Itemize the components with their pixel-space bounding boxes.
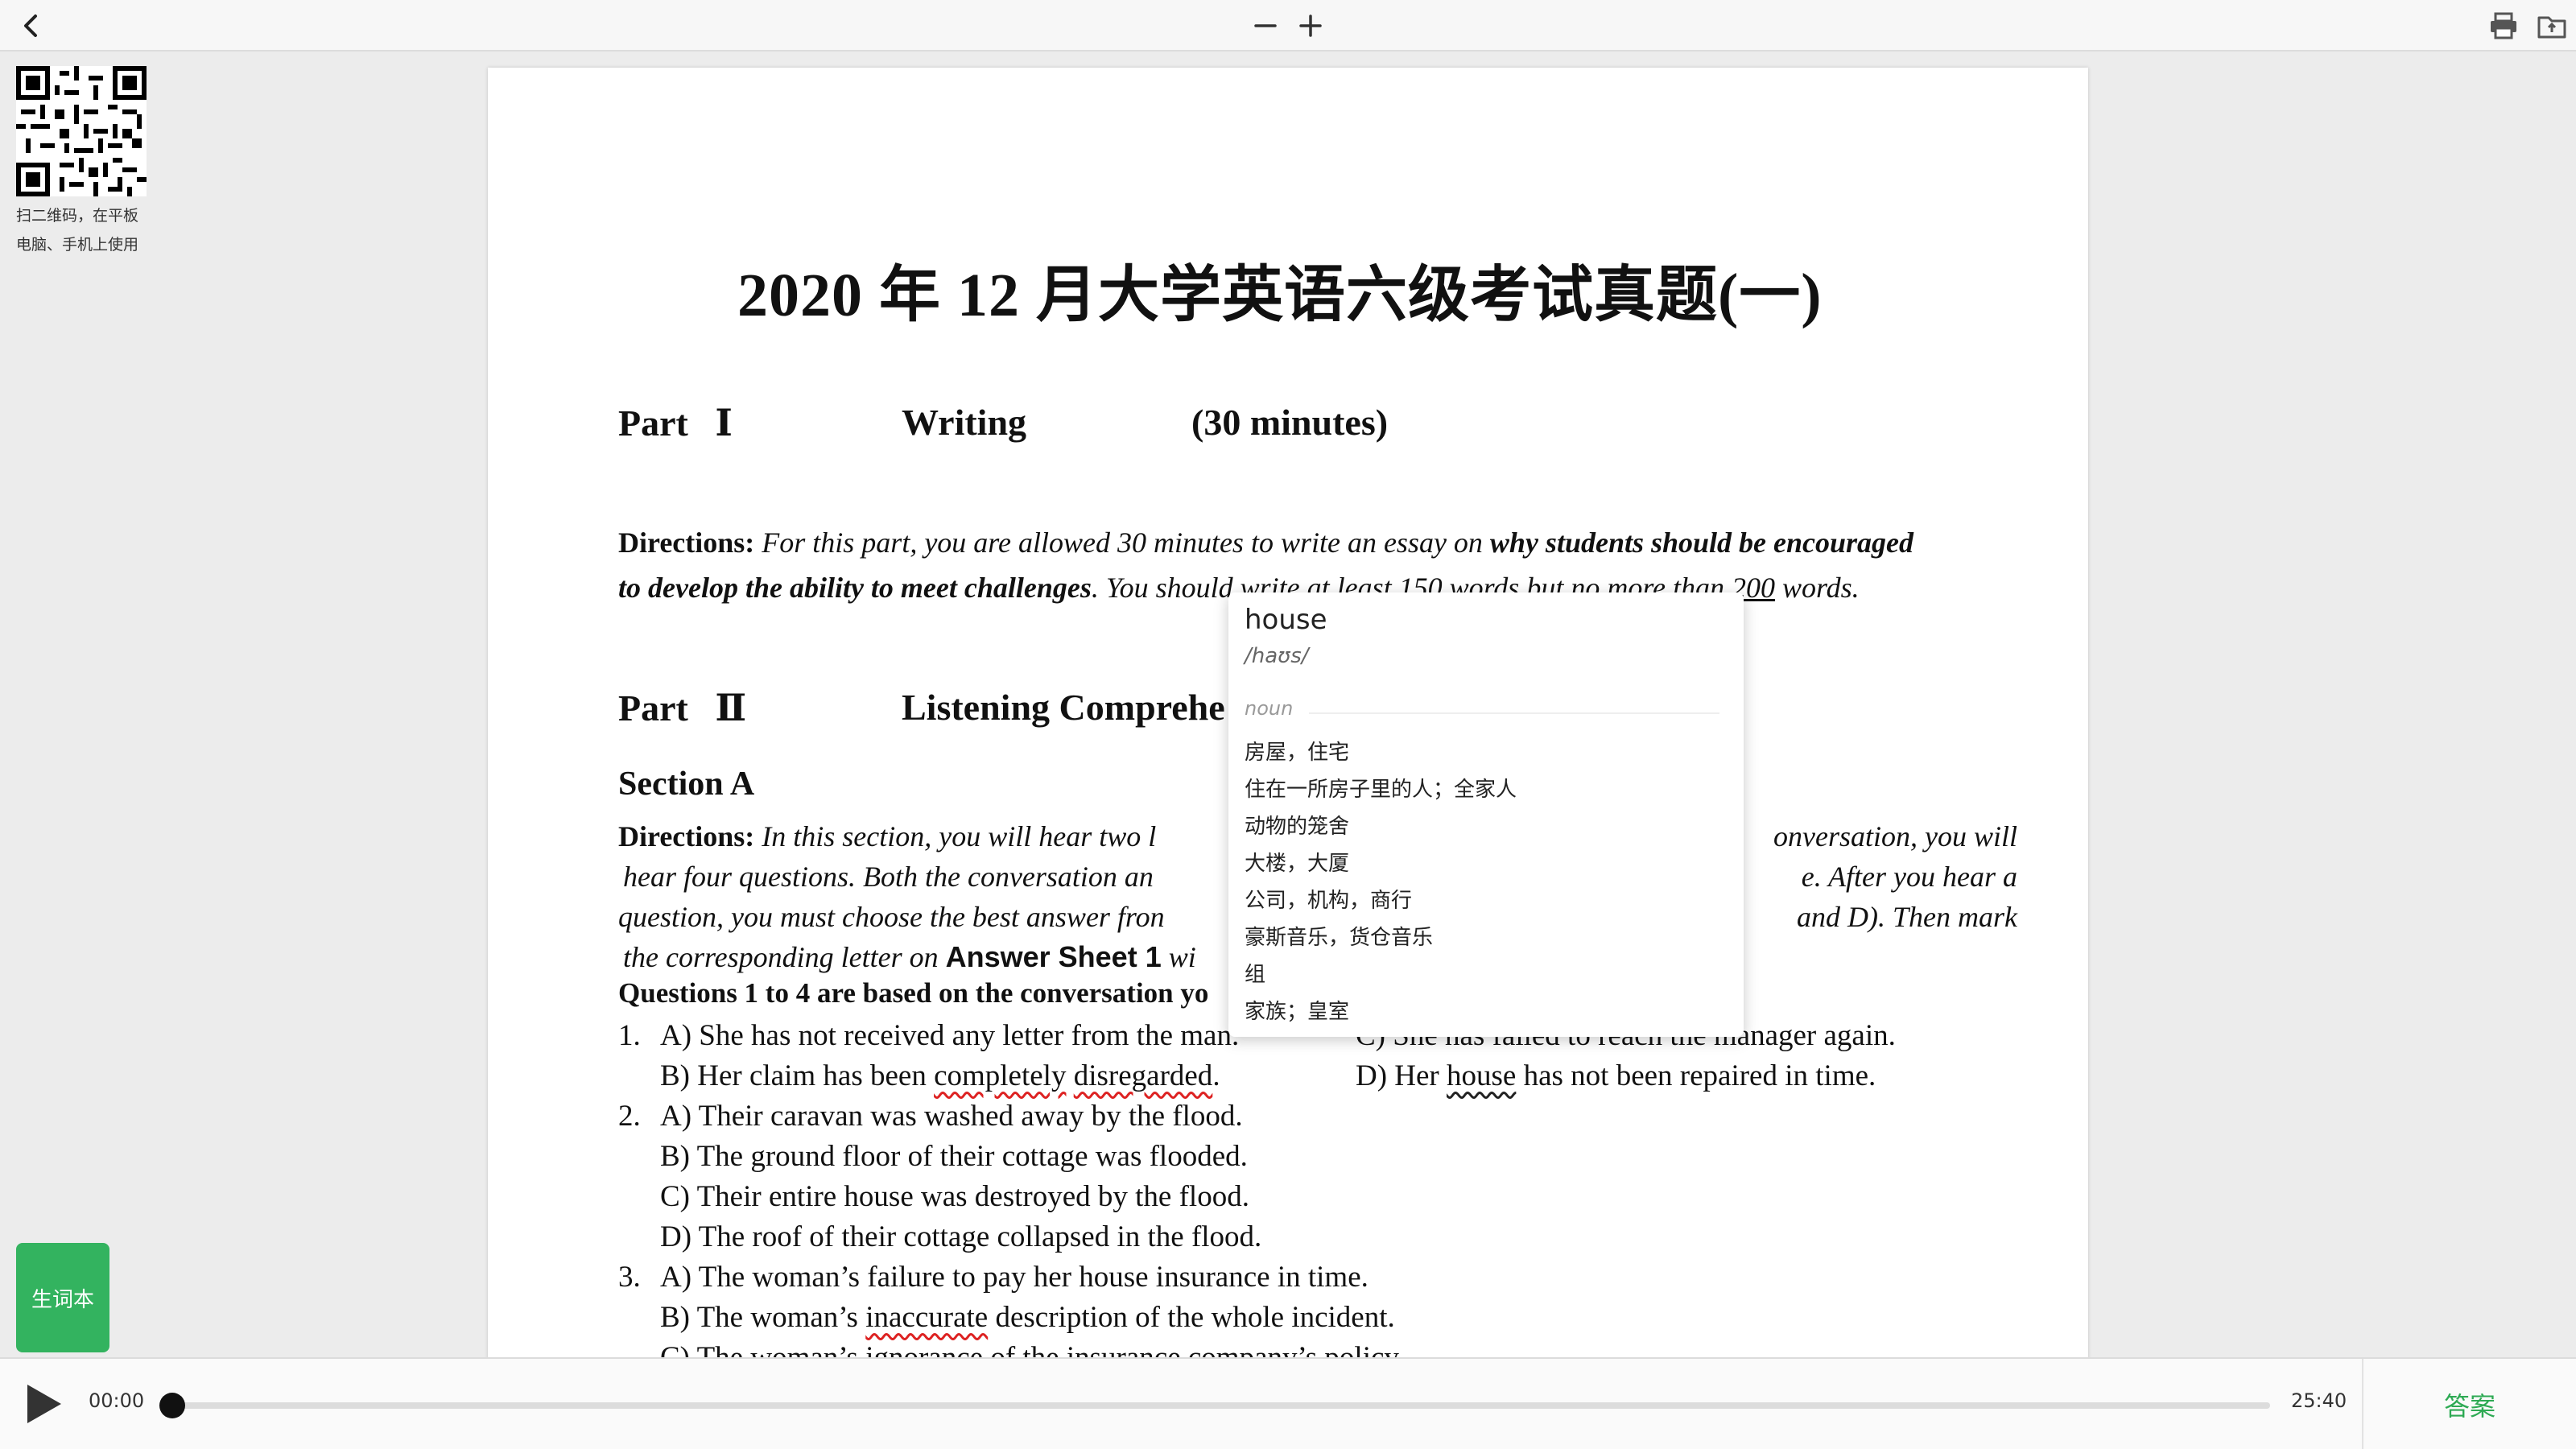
directions-text: words. xyxy=(1774,572,1860,604)
directions-text: For this part, you are allowed 30 minute… xyxy=(754,526,1490,559)
audio-player: 00:00 25:40 答案 xyxy=(0,1357,2576,1449)
flagged-word[interactable]: inaccurate xyxy=(865,1301,988,1334)
zoom-in-button[interactable] xyxy=(1291,6,1330,45)
q2-option-c: C) Their entire house was destroyed by t… xyxy=(660,1180,1249,1213)
qr-code-icon xyxy=(16,66,147,196)
option-text: B) The woman’s xyxy=(660,1301,866,1334)
directions-lead: Directions: xyxy=(618,526,755,559)
option-text: has not been repaired in time. xyxy=(1516,1059,1876,1092)
essay-topic-cont: to develop the ability to meet challenge… xyxy=(618,572,1092,604)
definition-item: 豪斯音乐，货仓音乐 xyxy=(1245,926,1434,950)
option-text: description of the whole incident. xyxy=(988,1301,1395,1334)
directions-text: . You xyxy=(1091,572,1156,604)
definition-item: 公司，机构，商行 xyxy=(1245,889,1413,913)
qr-caption: 扫二维码，在平板 电脑、手机上使用 xyxy=(16,201,153,259)
listening-directions-line: onversation, you will xyxy=(1773,820,2017,852)
document-title: 2020 年 12 月大学英语六级考试真题(一) xyxy=(737,262,1823,329)
definition-item: 组 xyxy=(1245,963,1266,987)
qr-caption-line: 扫二维码，在平板 xyxy=(16,207,139,225)
q3-option-a: A) The woman’s failure to pay her house … xyxy=(660,1261,1368,1294)
option-text: B) Her claim has been xyxy=(660,1059,935,1092)
essay-topic: why students should be encouraged xyxy=(1489,526,1913,559)
part-1-time: (30 minutes) xyxy=(1191,402,1389,443)
total-time: 25:40 xyxy=(2291,1389,2347,1412)
progress-thumb[interactable] xyxy=(159,1393,185,1418)
option-text: D) Her xyxy=(1356,1059,1447,1092)
vocabulary-book-button[interactable]: 生词本 xyxy=(16,1243,109,1352)
printer-icon xyxy=(2491,12,2516,39)
app-window: 扫二维码，在平板 电脑、手机上使用 生词本 2020 年 12 月大学英语六级考… xyxy=(0,0,2576,1449)
question-number: 1. xyxy=(618,1019,641,1052)
directions-lead: Directions: xyxy=(618,820,755,852)
qr-caption-line: 电脑、手机上使用 xyxy=(16,236,139,254)
top-toolbar xyxy=(0,0,2576,52)
option-text: . xyxy=(1212,1059,1220,1092)
current-time: 00:00 xyxy=(89,1389,145,1412)
part-1-word: Part xyxy=(618,402,688,444)
flagged-word[interactable]: completely xyxy=(934,1059,1066,1092)
listening-directions-right: onversation, you will e. After you hear … xyxy=(1744,816,2017,937)
q3-option-b: B) The woman’s inaccurate description of… xyxy=(660,1298,1395,1338)
part-2-label: Part Ⅱ xyxy=(618,686,746,729)
q2-option-d: D) The roof of their cottage collapsed i… xyxy=(660,1220,1262,1253)
dictionary-popup: house /haʊs/ noun 房屋，住宅 住在一所房子里的人；全家人 动物… xyxy=(1228,592,1744,1037)
definition-item: 房屋，住宅 xyxy=(1245,741,1350,765)
dictionary-word: house xyxy=(1245,604,1327,636)
writing-directions-line: Directions: For this part, you are allow… xyxy=(618,520,2019,565)
listening-directions-line: and D). Then mark xyxy=(1797,901,2017,933)
play-button[interactable] xyxy=(19,1377,68,1431)
part-1-name: Writing xyxy=(902,402,1027,443)
qr-code xyxy=(16,66,147,196)
questions-header: Questions 1 to 4 are based on the conver… xyxy=(618,977,1209,1009)
q2-option-a: A) Their caravan was washed away by the … xyxy=(660,1100,1243,1133)
q2-option-b: B) The ground floor of their cottage was… xyxy=(660,1140,1248,1173)
directions-text: wi xyxy=(1161,941,1196,973)
chevron-left-icon xyxy=(24,14,37,37)
answer-sheet-label: Answer Sheet 1 xyxy=(945,940,1162,973)
play-icon xyxy=(27,1385,61,1423)
definition-item: 住在一所房子里的人；全家人 xyxy=(1245,778,1517,802)
definition-item: 动物的笼舍 xyxy=(1245,815,1350,839)
definition-item: 大楼，大厦 xyxy=(1245,852,1350,876)
folder-icon xyxy=(2537,16,2566,39)
definition-item: 家族；皇室 xyxy=(1245,1000,1350,1024)
back-button[interactable] xyxy=(11,6,50,45)
part-1-numeral: Ⅰ xyxy=(715,402,733,444)
directions-text: the corresponding letter on xyxy=(623,941,946,973)
dictionary-part-of-speech: noun xyxy=(1245,697,1294,720)
plus-icon xyxy=(1299,14,1322,37)
print-button[interactable] xyxy=(2484,6,2523,45)
part-2-name: Listening Comprehe xyxy=(902,687,1225,728)
answer-button[interactable]: 答案 xyxy=(2363,1359,2576,1449)
part-2-numeral: Ⅱ xyxy=(715,687,747,729)
question-number: 2. xyxy=(618,1100,641,1133)
flagged-word[interactable]: disregarded xyxy=(1074,1059,1213,1092)
minus-icon xyxy=(1254,24,1277,27)
selected-word[interactable]: house xyxy=(1447,1059,1516,1092)
dictionary-phonetic: /haʊs/ xyxy=(1245,644,1309,668)
question-number: 3. xyxy=(618,1261,641,1294)
q1-option-a: A) She has not received any letter from … xyxy=(660,1019,1240,1052)
section-a-heading: Section A xyxy=(618,766,755,803)
listening-directions-line: e. After you hear a xyxy=(1801,861,2017,893)
folder-button[interactable] xyxy=(2533,6,2571,45)
directions-text: In this section, you will hear two l xyxy=(754,820,1157,852)
q1-option-d: D) Her house has not been repaired in ti… xyxy=(1356,1056,1876,1096)
dictionary-definitions: 房屋，住宅 住在一所房子里的人；全家人 动物的笼舍 大楼，大厦 公司，机构，商行… xyxy=(1245,734,1728,1030)
part-1-label: Part Ⅰ xyxy=(618,401,733,444)
progress-track[interactable] xyxy=(172,1402,2270,1409)
part-2-word: Part xyxy=(618,687,688,729)
zoom-out-button[interactable] xyxy=(1246,6,1285,45)
divider xyxy=(1309,712,1719,714)
q1-option-b: B) Her claim has been completely disrega… xyxy=(660,1056,1220,1096)
